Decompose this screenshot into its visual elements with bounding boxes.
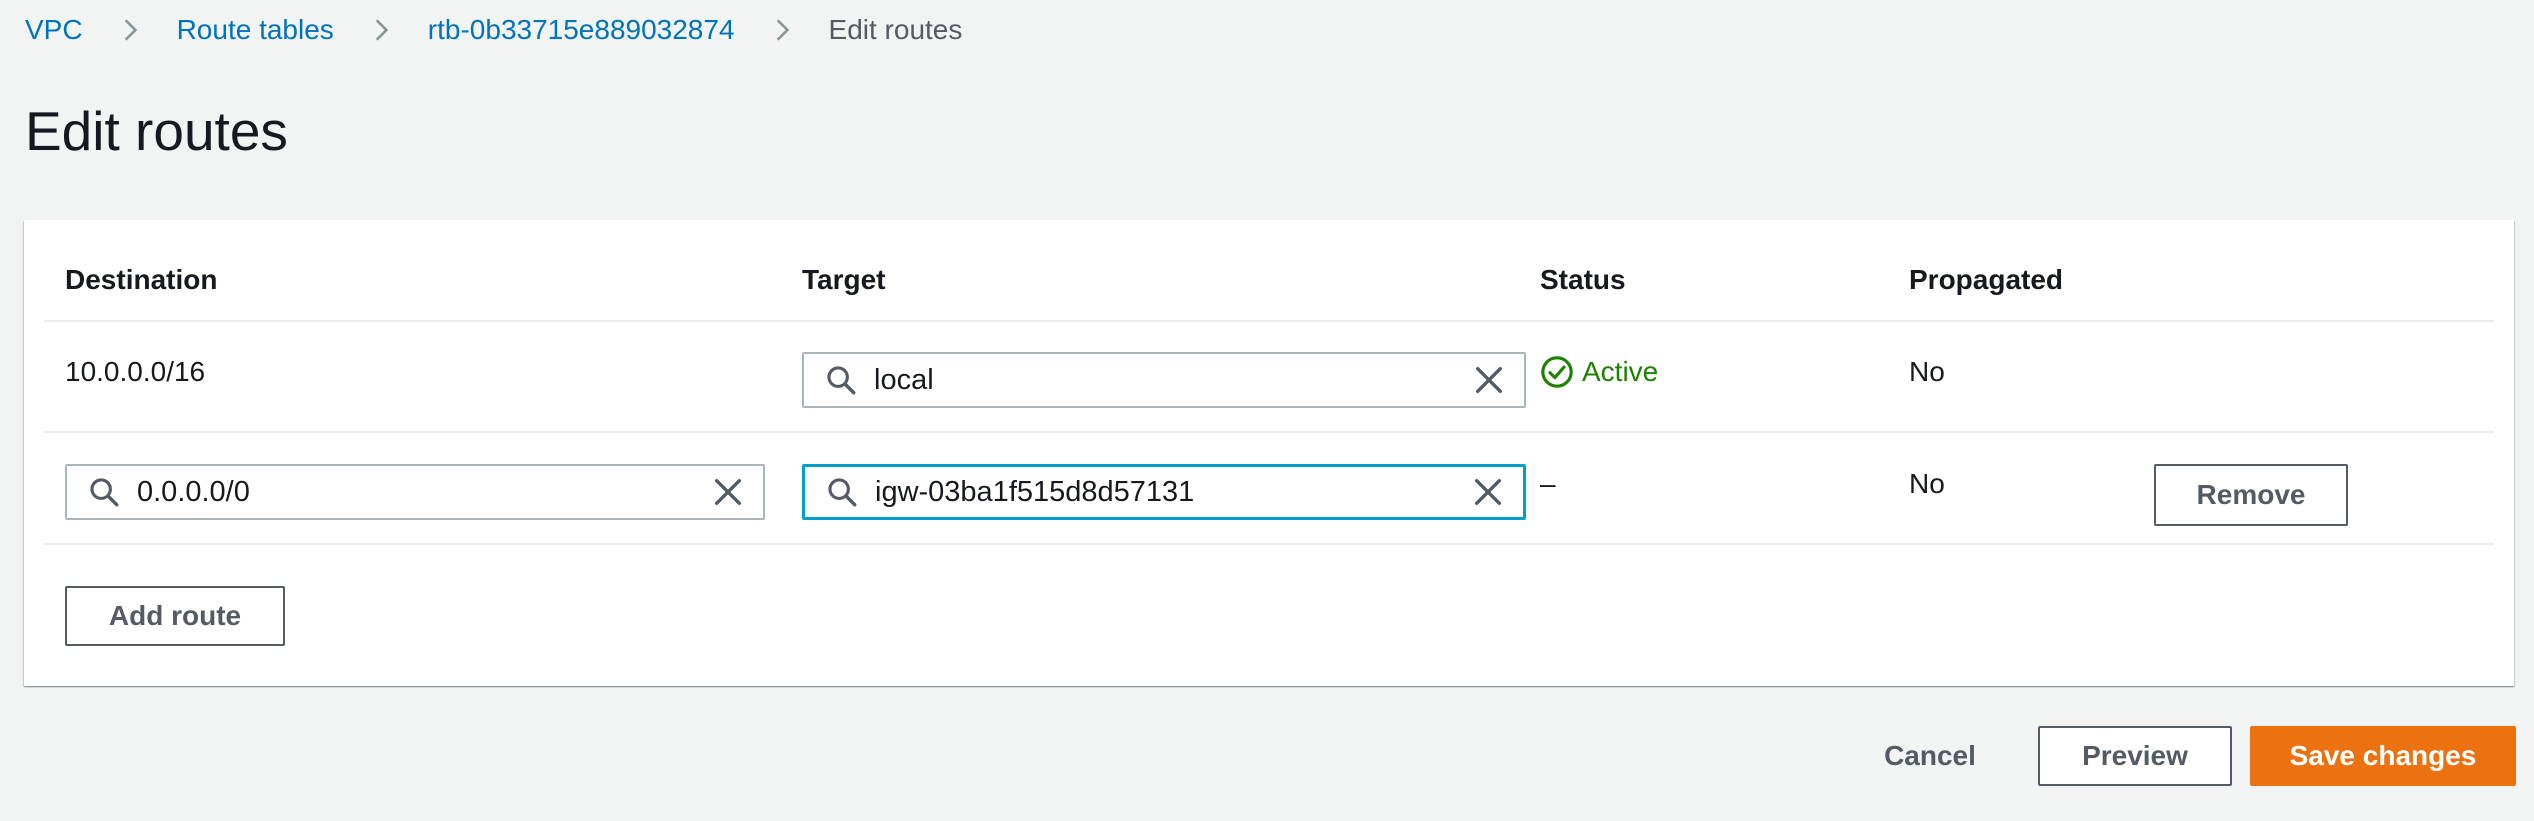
breadcrumb-current: Edit routes <box>828 14 963 45</box>
breadcrumb-vpc[interactable]: VPC <box>25 14 83 46</box>
search-icon <box>828 478 857 507</box>
preview-button[interactable]: Preview <box>2038 726 2232 786</box>
chevron-right-icon <box>776 19 789 41</box>
routes-panel: Destination Target Status Propagated 10.… <box>24 220 2514 686</box>
column-header-destination: Destination <box>65 264 218 295</box>
column-header-status: Status <box>1540 264 1626 295</box>
destination-input[interactable]: 0.0.0.0/0 <box>65 464 765 520</box>
check-circle-icon <box>1541 356 1573 388</box>
propagated-value: No <box>1909 356 1945 387</box>
column-header-propagated: Propagated <box>1909 264 2064 295</box>
target-input-value: igw-03ba1f515d8d57131 <box>875 475 1195 508</box>
chevron-right-icon <box>375 19 389 41</box>
destination-input-value: 0.0.0.0/0 <box>137 475 250 508</box>
header-divider <box>44 320 2494 322</box>
column-header-target: Target <box>802 264 886 295</box>
chevron-right-icon <box>124 19 137 41</box>
cancel-button[interactable]: Cancel <box>1860 726 2000 786</box>
add-route-button[interactable]: Add route <box>65 586 285 646</box>
breadcrumb: VPC Route tables rtb-0b33715e889032874 E… <box>25 12 962 48</box>
search-icon <box>90 478 119 507</box>
close-icon[interactable] <box>711 475 745 509</box>
breadcrumb-route-table-id[interactable]: rtb-0b33715e889032874 <box>428 14 735 46</box>
search-icon <box>827 366 856 395</box>
status-label: Active <box>1582 356 1659 387</box>
target-input-value: local <box>874 363 934 396</box>
destination-value: 10.0.0.0/16 <box>65 356 206 387</box>
status-value: – <box>1540 468 1556 499</box>
row-divider <box>44 431 2494 433</box>
save-changes-button[interactable]: Save changes <box>2250 726 2516 786</box>
target-input[interactable]: local <box>802 352 1526 408</box>
row-divider <box>44 543 2494 545</box>
breadcrumb-route-tables[interactable]: Route tables <box>177 14 334 46</box>
page-title: Edit routes <box>25 100 288 162</box>
propagated-value: No <box>1909 468 1945 499</box>
status-badge: Active <box>1540 352 1658 392</box>
close-icon[interactable] <box>1471 475 1505 509</box>
close-icon[interactable] <box>1472 363 1506 397</box>
target-input[interactable]: igw-03ba1f515d8d57131 <box>802 464 1526 520</box>
remove-route-button[interactable]: Remove <box>2154 464 2348 526</box>
